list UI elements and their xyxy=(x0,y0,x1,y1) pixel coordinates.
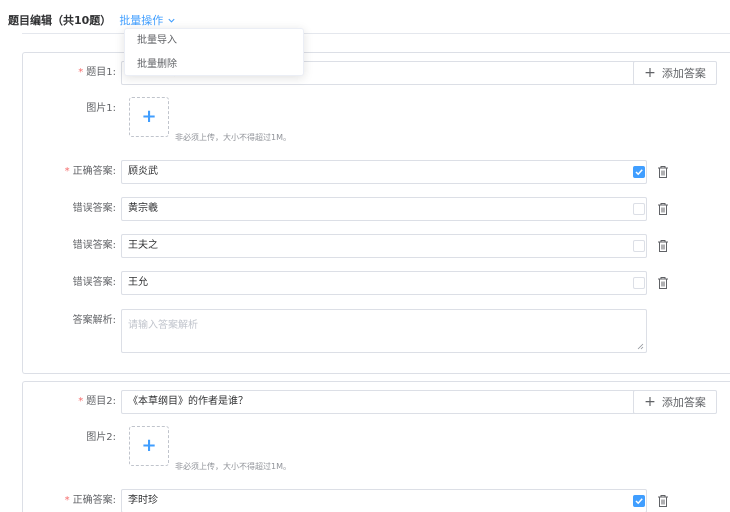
analysis-label: 答案解析: xyxy=(72,315,116,326)
required-asterisk: * xyxy=(64,495,70,506)
resize-handle-icon[interactable] xyxy=(636,342,644,350)
page-title: 题目编辑（共10题） xyxy=(8,14,112,27)
image-label: 图片2: xyxy=(86,432,116,443)
wrong-checkbox[interactable] xyxy=(633,277,645,289)
question-card-1: *题目1: “天下兴亡，匹夫有责”是谁的名言？ + 添加答案 图片1: + 非必… xyxy=(22,52,730,374)
wrong-checkbox[interactable] xyxy=(633,203,645,215)
check-icon xyxy=(635,169,643,176)
required-asterisk: * xyxy=(78,67,84,78)
add-answer-button[interactable]: + 添加答案 xyxy=(633,61,717,85)
trash-icon[interactable] xyxy=(657,202,669,216)
page-header: 题目编辑（共10题） 批量操作 xyxy=(8,12,176,28)
analysis-placeholder: 请输入答案解析 xyxy=(128,320,198,331)
correct-answer-label: 正确答案: xyxy=(72,166,116,177)
batch-operations-dropdown[interactable]: 批量操作 xyxy=(119,12,176,28)
plus-icon: + xyxy=(141,435,157,456)
plus-icon: + xyxy=(644,394,656,410)
correct-answer-input[interactable]: 顾炎武 xyxy=(121,160,647,184)
trash-icon[interactable] xyxy=(657,239,669,253)
required-asterisk: * xyxy=(78,396,84,407)
wrong-answer-label: 错误答案: xyxy=(72,277,116,288)
correct-checkbox[interactable] xyxy=(633,166,645,178)
analysis-textarea[interactable]: 请输入答案解析 xyxy=(121,309,647,353)
check-icon xyxy=(635,498,643,505)
wrong-answer-label: 错误答案: xyxy=(72,203,116,214)
image-label: 图片1: xyxy=(86,103,116,114)
upload-hint: 非必须上传，大小不得超过1M。 xyxy=(175,133,291,142)
batch-operations-menu: 批量导入 批量删除 xyxy=(124,28,304,76)
wrong-checkbox[interactable] xyxy=(633,240,645,252)
plus-icon: + xyxy=(141,106,157,127)
batch-operations-label: 批量操作 xyxy=(119,14,164,27)
question-label: 题目1: xyxy=(86,67,116,78)
wrong-answer-input[interactable]: 黄宗羲 xyxy=(121,197,647,221)
trash-icon[interactable] xyxy=(657,165,669,179)
upload-hint: 非必须上传，大小不得超过1M。 xyxy=(175,462,291,471)
image-upload[interactable]: + xyxy=(129,97,169,137)
chevron-down-icon xyxy=(168,18,175,23)
image-upload[interactable]: + xyxy=(129,426,169,466)
question-card-2: * 题目2: 《本草纲目》的作者是谁？ + 添加答案 图片2: + 非必须上传，大… xyxy=(22,381,730,512)
wrong-answer-input[interactable]: 王夫之 xyxy=(121,234,647,258)
trash-icon[interactable] xyxy=(657,276,669,290)
add-answer-label: 添加答案 xyxy=(661,396,706,409)
wrong-answer-label: 错误答案: xyxy=(72,240,116,251)
trash-icon[interactable] xyxy=(657,494,669,508)
correct-checkbox[interactable] xyxy=(633,495,645,507)
add-answer-label: 添加答案 xyxy=(661,67,706,80)
question-label: 题目2: xyxy=(86,396,116,407)
correct-answer-label: 正确答案: xyxy=(72,495,116,506)
menu-item-batch-delete[interactable]: 批量删除 xyxy=(125,53,303,77)
plus-icon: + xyxy=(644,65,656,81)
question-input[interactable]: 《本草纲目》的作者是谁？ xyxy=(121,390,647,414)
correct-answer-input[interactable]: 李时珍 xyxy=(121,489,647,512)
required-asterisk: * xyxy=(64,166,70,177)
menu-item-batch-import[interactable]: 批量导入 xyxy=(125,29,303,53)
wrong-answer-input[interactable]: 王允 xyxy=(121,271,647,295)
add-answer-button[interactable]: + 添加答案 xyxy=(633,390,717,414)
